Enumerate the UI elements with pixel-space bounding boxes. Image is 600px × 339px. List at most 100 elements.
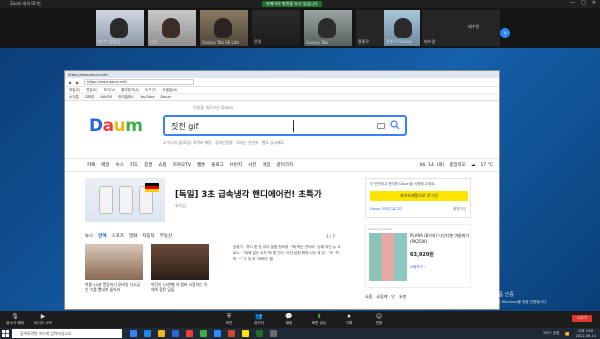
nav-cafe[interactable]: 카페 [87, 162, 95, 168]
minimize-button[interactable]: — [570, 0, 575, 6]
participant-name: 태수정 [468, 24, 480, 29]
browser-tab[interactable]: https://www.daum.net/ [68, 73, 108, 77]
screen-share-notice[interactable]: 카메라의 화면을 보고 있습니다 [262, 1, 322, 7]
participant-tile[interactable]: 홍종우 Galaxy [384, 10, 420, 46]
back-icon[interactable]: ◀ [68, 80, 73, 85]
login-box: 더 안전하고 편리한 Daum을 이용해 주세요. 카카오계정으로 로그인 Da… [365, 178, 471, 218]
forward-icon[interactable]: ▶ [76, 80, 81, 85]
taskbar-search-input[interactable]: 검색하려면 여기에 입력하십시오. [12, 329, 122, 338]
edge-icon[interactable] [144, 330, 151, 337]
shopping-label[interactable]: 쇼핑 [365, 294, 372, 300]
favorite-link[interactable]: YouTube [140, 95, 154, 99]
tab-car[interactable]: 자동차 [142, 233, 154, 239]
participant-tile[interactable]: Galaxy Tab [304, 10, 352, 46]
app-icon[interactable] [270, 330, 277, 337]
favorite-link[interactable]: 소식통 [69, 95, 79, 100]
mute-button[interactable]: 🎙 음소거 해제 [2, 312, 28, 327]
participant-tile[interactable]: 박*** 선생님 [96, 10, 144, 46]
weather-text[interactable]: 26°C 흐림 [543, 331, 559, 336]
tab-entertainment[interactable]: 연예 [98, 233, 106, 239]
favorite-link[interactable]: 하이클래스 [118, 95, 134, 100]
chat-button[interactable]: 💬 채팅 [276, 312, 302, 327]
news-headlines[interactable]: 송중기 · 루시 준 은 아이 말씀 정조중 ·"왜 하는 전티야" 손해 자신… [233, 244, 343, 262]
keyboard-icon[interactable] [377, 123, 385, 129]
nav-kakaotv[interactable]: 카카오TV [173, 162, 191, 168]
windows-start-icon[interactable] [2, 330, 9, 337]
news-caption: 박진이 10번째 이 멤버 사랑하는 이에게 참된 답을 [151, 282, 208, 292]
network-icon[interactable]: 📶 [565, 332, 569, 336]
news-card[interactable]: 박진이 10번째 이 멤버 사랑하는 이에게 참된 답을 [151, 244, 209, 309]
store-icon[interactable] [172, 330, 179, 337]
search-suggestions[interactable]: 소수나의 생(로딩) 지역라 해양 · 심의인증병 · 의사는 선연속 · 별도… [163, 140, 284, 146]
shopping-link[interactable]: 숏판 [399, 294, 406, 300]
maximize-button[interactable]: □ [581, 0, 586, 6]
banner-title[interactable]: [독일] 3초 급속냉각 핸디에어컨! 초특가 [175, 188, 322, 200]
security-label: 보안 [225, 321, 233, 325]
favorite-link[interactable]: NAVER [100, 95, 112, 99]
reactions-button[interactable]: ☺ 반응 [366, 312, 392, 327]
favorite-link[interactable]: Daum [161, 95, 171, 99]
nav-game[interactable]: 게임 [262, 162, 270, 168]
excel-icon[interactable] [256, 330, 263, 337]
participant-tile[interactable]: 윤정 [252, 10, 300, 46]
menu-favorites[interactable]: 즐겨찾기(A) [121, 88, 139, 93]
participant-tile[interactable]: 나윤 [148, 10, 196, 46]
nav-blog[interactable]: 블로그 [211, 162, 223, 168]
search-input[interactable]: 짓전 gif [163, 115, 407, 136]
ad-banner[interactable]: [독일] 3초 급속냉각 핸디에어컨! 초특가 위치섬 [85, 178, 335, 222]
clock[interactable]: 오후 5:00 2022-06-14 [576, 329, 596, 338]
shopping-link[interactable]: 쇼핑케 · 인 [376, 294, 395, 300]
tab-news[interactable]: 뉴스 [85, 233, 93, 239]
nav-mail[interactable]: 메일 [101, 162, 109, 168]
participants-button[interactable]: 👥 참가자 [246, 312, 272, 327]
news-caption: 여름 10살 명장지기 모바일 다시금 인 기를 뽐내며 돌아와 [85, 282, 141, 292]
menu-view[interactable]: 보기(V) [104, 88, 116, 93]
participant-tile[interactable]: Galaxy Tab S6 Lite [200, 10, 248, 46]
menu-bar: 파일(F) 편집(E) 보기(V) 즐겨찾기(A) 도구(T) 도움말(H) [65, 87, 499, 94]
shop-link[interactable]: 쇼핑하기 › [410, 265, 425, 270]
kakaotalk-icon[interactable] [242, 330, 249, 337]
chrome-icon[interactable] [186, 330, 193, 337]
tab-sports[interactable]: 스포츠 [112, 233, 124, 239]
nav-stock[interactable]: 증권 [144, 162, 152, 168]
security-button[interactable]: ⛨ 보안 [216, 312, 242, 327]
participant-tile[interactable]: 태수정 [460, 10, 500, 46]
nav-map[interactable]: 지도 [130, 162, 138, 168]
menu-help[interactable]: 도움말(H) [162, 88, 177, 93]
ad-header: fashionplusmall [368, 227, 392, 231]
favorite-link[interactable]: 교육부 [85, 95, 95, 100]
tab-movie[interactable]: 영화 [129, 233, 137, 239]
close-button[interactable]: ✕ [592, 0, 596, 6]
daum-logo[interactable]: Daum [89, 116, 143, 136]
leave-meeting-button[interactable]: 나가기 [572, 315, 592, 322]
address-input[interactable]: https://www.daum.net/ [84, 79, 194, 85]
share-screen-button[interactable]: ⬆ 화면 공유 [306, 312, 332, 327]
shopping-ad[interactable]: fashionplusmall PLARA (8가지) 다인디멘 여름화가 (P… [365, 224, 471, 288]
file-explorer-icon[interactable] [158, 330, 165, 337]
task-view-icon[interactable] [130, 330, 137, 337]
nav-brunch[interactable]: 브런치 [230, 162, 242, 168]
menu-edit[interactable]: 편집(E) [86, 88, 97, 93]
menu-file[interactable]: 파일(F) [69, 88, 80, 93]
nav-webtoon[interactable]: 웹툰 [197, 162, 205, 168]
search-icon[interactable] [390, 120, 400, 130]
next-page-button[interactable]: › [500, 28, 510, 38]
news-pager[interactable]: 3 / 7 [326, 234, 335, 239]
app-icon[interactable] [200, 330, 207, 337]
nav-together[interactable]: 같이가치 [277, 162, 294, 168]
daum-id-login-link[interactable]: Daum 아이디 로그인 [370, 207, 402, 212]
nav-dictionary[interactable]: 사전 [248, 162, 256, 168]
news-card[interactable]: 여름 10살 명장지기 모바일 다시금 인 기를 뽐내며 돌아와 [85, 244, 143, 309]
menu-tools[interactable]: 도구(T) [145, 88, 156, 93]
join-link[interactable]: 회원가입 [453, 207, 466, 212]
zoom-icon[interactable] [214, 330, 221, 337]
kakao-login-button[interactable]: 카카오계정으로 로그인 [370, 191, 468, 201]
nav-shopping[interactable]: 쇼핑 [158, 162, 166, 168]
nav-news[interactable]: 뉴스 [116, 162, 124, 168]
cloud-icon: ☁ [470, 162, 476, 168]
location-text[interactable]: 중장북도 [449, 162, 466, 168]
powerpoint-icon[interactable] [228, 330, 235, 337]
tab-realestate[interactable]: 부동산 [160, 233, 172, 239]
record-button[interactable]: ⏺ 기록 [336, 312, 362, 327]
video-button[interactable]: ▶ 비디오 시작 [30, 312, 56, 327]
